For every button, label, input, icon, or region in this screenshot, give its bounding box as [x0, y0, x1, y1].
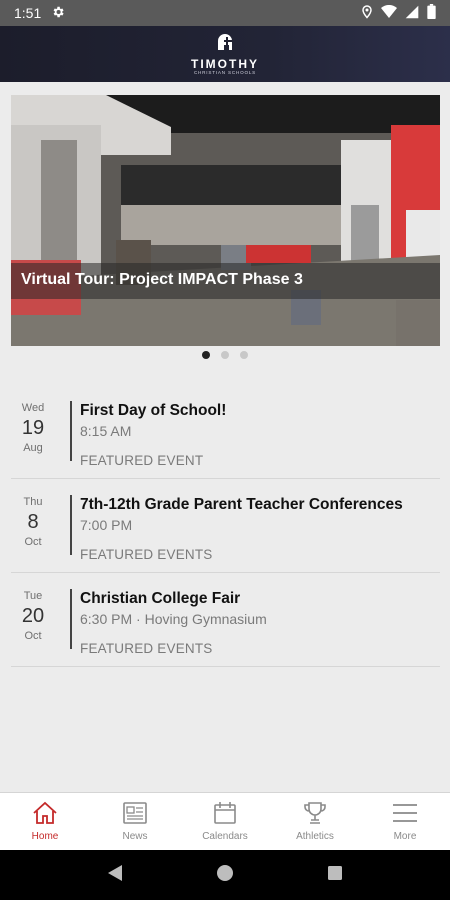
event-divider	[70, 589, 72, 649]
carousel-pagination	[0, 351, 450, 359]
tab-more[interactable]: More	[360, 793, 450, 850]
event-category: FEATURED EVENTS	[80, 641, 213, 656]
event-time: 8:15 AM	[80, 423, 132, 439]
event-day: 20	[21, 605, 45, 627]
tab-label: News	[122, 831, 148, 842]
event-date: Tue 20 Oct	[11, 589, 55, 666]
tab-home[interactable]: Home	[0, 793, 90, 850]
events-list: Wed 19 Aug First Day of School! 8:15 AM …	[11, 385, 440, 667]
tab-label: More	[393, 831, 417, 842]
system-navigation-bar	[0, 850, 450, 900]
carousel-dot-3[interactable]	[240, 351, 248, 359]
event-title: Christian College Fair	[80, 590, 241, 607]
recents-square-icon[interactable]	[327, 865, 343, 886]
event-month: Oct	[24, 536, 42, 548]
event-month: Aug	[23, 442, 43, 454]
tab-label: Home	[31, 831, 59, 842]
hero-carousel-slide[interactable]: Virtual Tour: Project IMPACT Phase 3	[11, 95, 440, 346]
home-circle-icon[interactable]	[216, 864, 234, 887]
event-category: FEATURED EVENT	[80, 453, 204, 468]
status-bar: 1:51	[0, 0, 450, 26]
event-divider	[70, 401, 72, 461]
event-date: Wed 19 Aug	[11, 401, 55, 478]
settings-gear-icon	[51, 5, 65, 22]
event-date: Thu 8 Oct	[11, 495, 55, 572]
tab-label: Athletics	[296, 831, 334, 842]
app-header: TIMOTHY CHRISTIAN SCHOOLS	[0, 26, 450, 82]
event-title: 7th-12th Grade Parent Teacher Conference…	[80, 496, 403, 513]
tab-athletics[interactable]: Athletics	[270, 793, 360, 850]
event-day: 8	[27, 511, 39, 533]
trophy-icon	[302, 801, 328, 831]
menu-icon	[392, 801, 418, 831]
event-item[interactable]: Wed 19 Aug First Day of School! 8:15 AM …	[11, 385, 440, 479]
home-icon	[32, 801, 58, 831]
event-weekday: Thu	[23, 496, 43, 508]
calendar-icon	[212, 801, 238, 831]
hero-photo-image	[11, 95, 440, 346]
school-logo-title: TIMOTHY	[191, 56, 259, 71]
event-item[interactable]: Thu 8 Oct 7th-12th Grade Parent Teacher …	[11, 479, 440, 573]
event-divider	[70, 495, 72, 555]
signal-icon	[405, 5, 419, 22]
wifi-icon	[381, 4, 397, 22]
battery-icon	[427, 4, 436, 22]
event-time: 7:00 PM	[80, 517, 133, 533]
tab-calendars[interactable]: Calendars	[180, 793, 270, 850]
event-month: Oct	[24, 630, 42, 642]
tab-news[interactable]: News	[90, 793, 180, 850]
event-day: 19	[21, 417, 45, 439]
event-weekday: Wed	[21, 402, 45, 414]
event-category: FEATURED EVENTS	[80, 547, 213, 562]
carousel-dot-2[interactable]	[221, 351, 229, 359]
location-icon	[361, 4, 373, 22]
event-title: First Day of School!	[80, 402, 227, 419]
crusader-helmet-logo-icon	[215, 33, 235, 56]
event-time: 6:30 PM · Hoving Gymnasium	[80, 611, 267, 627]
carousel-dot-1[interactable]	[202, 351, 210, 359]
news-icon	[122, 801, 148, 831]
school-logo-subtitle: CHRISTIAN SCHOOLS	[193, 69, 257, 75]
tab-label: Calendars	[202, 831, 248, 842]
event-weekday: Tue	[23, 590, 43, 602]
back-icon[interactable]	[107, 864, 123, 887]
bottom-tab-bar: Home News Calendars Athletics More	[0, 792, 450, 850]
event-item[interactable]: Tue 20 Oct Christian College Fair 6:30 P…	[11, 573, 440, 667]
hero-caption: Virtual Tour: Project IMPACT Phase 3	[11, 263, 440, 299]
status-time: 1:51	[14, 5, 42, 21]
